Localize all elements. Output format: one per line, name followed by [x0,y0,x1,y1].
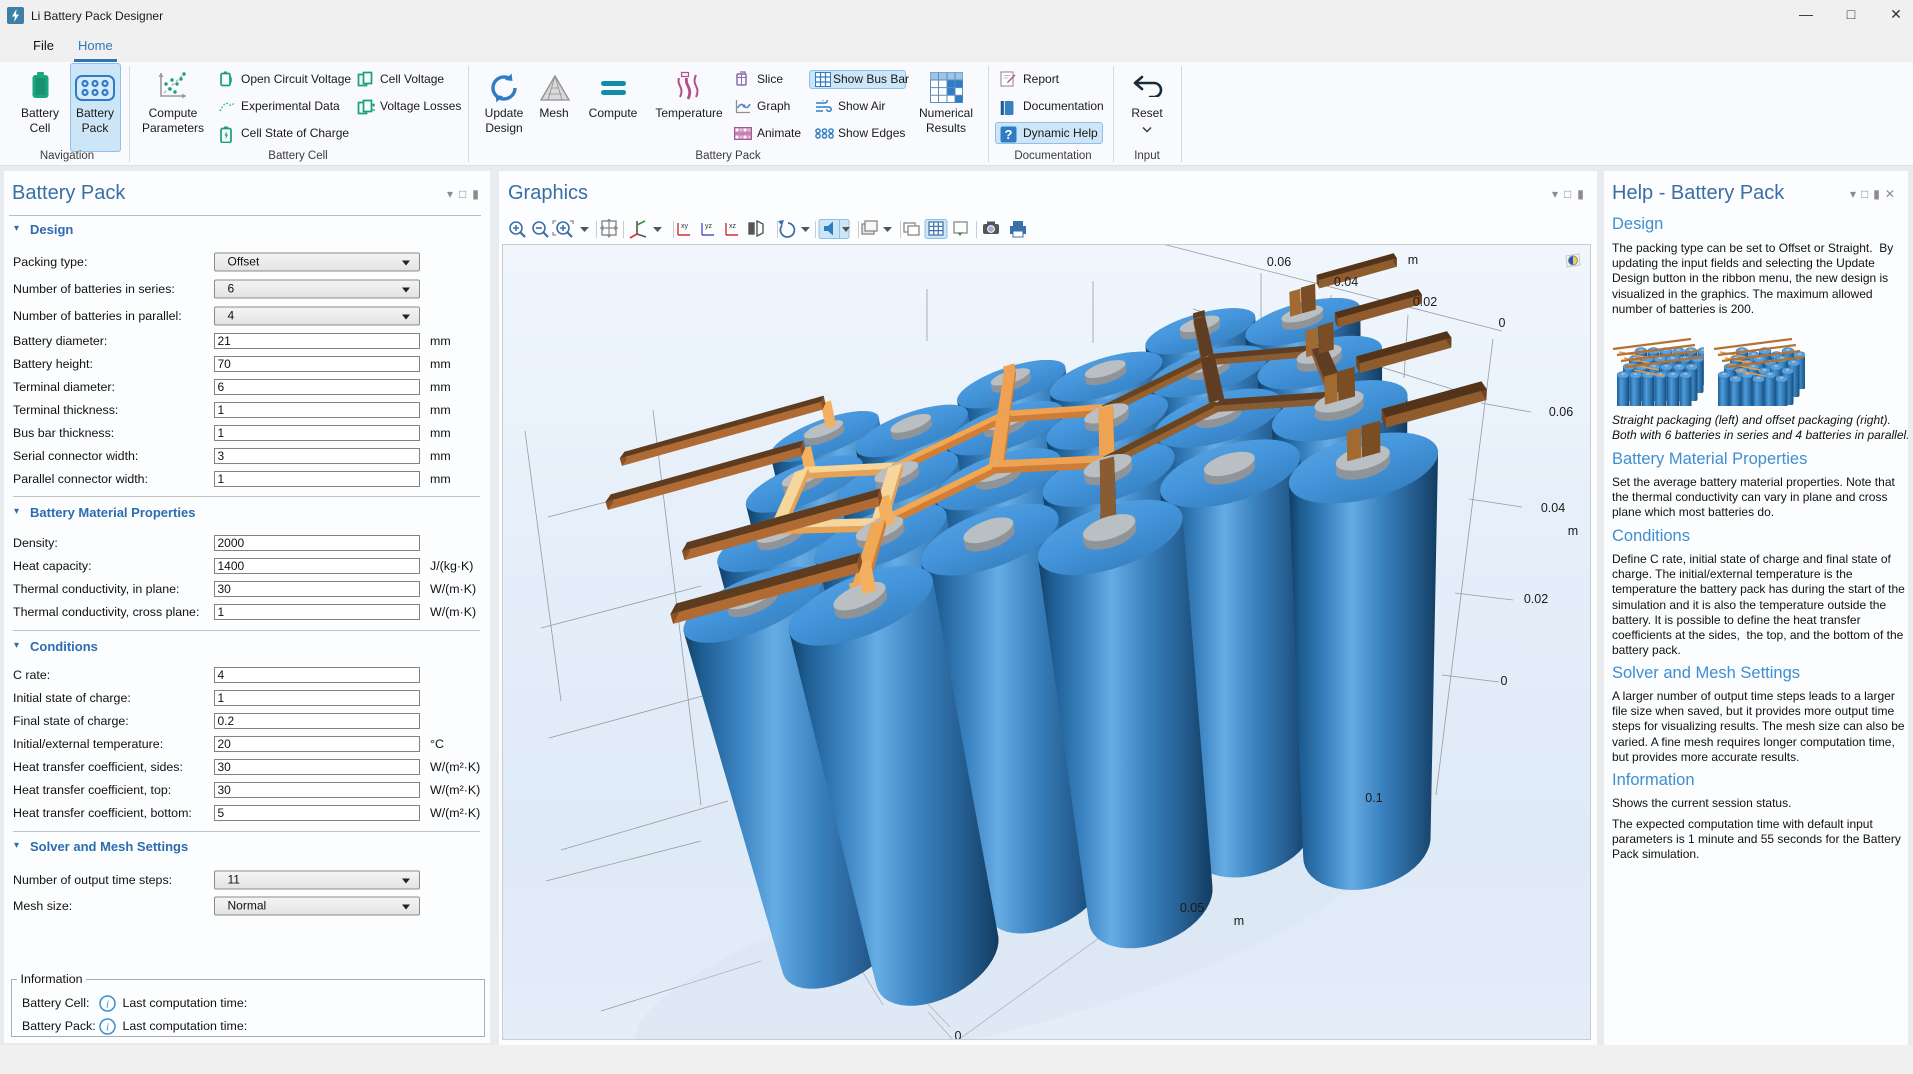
svg-text:0.1: 0.1 [1365,791,1382,805]
svg-text:0.04: 0.04 [1334,275,1358,289]
svg-text:0.02: 0.02 [1413,295,1437,309]
svg-text:?: ? [1005,127,1013,142]
svg-text:0: 0 [955,1029,962,1040]
svg-text:0: 0 [1501,674,1508,688]
svg-text:yz: yz [705,223,713,230]
svg-text:xz: xz [729,223,737,230]
svg-text:0.06: 0.06 [1267,255,1291,269]
svg-text:xy: xy [681,223,689,230]
svg-text:m: m [1234,914,1244,928]
svg-text:0: 0 [1499,316,1506,330]
svg-text:m: m [1408,253,1418,267]
svg-text:i: i [106,999,109,1011]
svg-text:0.06: 0.06 [1549,405,1573,419]
svg-text:m: m [1568,524,1578,538]
svg-text:0.04: 0.04 [1541,501,1565,515]
svg-text:i: i [106,1021,109,1033]
svg-text:0.05: 0.05 [1180,901,1204,915]
svg-text:0.02: 0.02 [1524,592,1548,606]
